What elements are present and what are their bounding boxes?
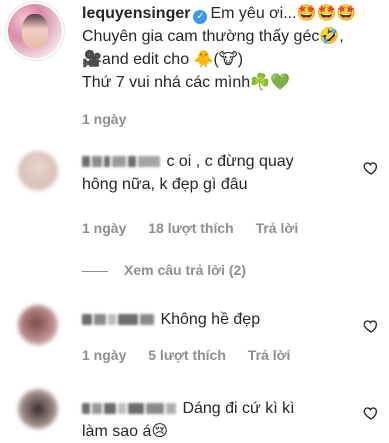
comment-text-line-1: Không hề đẹp [160, 311, 261, 328]
comment-avatar[interactable] [18, 305, 58, 345]
caption-line-3: 🎥and edit cho 🐥(🐮) [82, 51, 244, 68]
view-replies-button[interactable]: Xem câu trả lời (2) [82, 262, 246, 278]
comment-time: 1 ngày [82, 347, 127, 363]
comment-avatar[interactable] [18, 151, 58, 191]
comment-text: Không hề đẹp [82, 308, 352, 331]
comment-time: 1 ngày [82, 220, 127, 236]
comment-meta: 1 ngày 5 lượt thích Trả lời [82, 347, 308, 363]
comment-likes[interactable]: 18 lượt thích [148, 220, 233, 236]
comment-text-line-2: làm sao á😢 [82, 423, 169, 440]
post-author-avatar[interactable] [8, 4, 62, 58]
heart-outline-icon[interactable] [363, 318, 379, 334]
divider-line [82, 270, 108, 272]
comment-text-line-1: Dáng đi cứ kì kì [182, 400, 295, 417]
comment-text-line-1: c oi , c đừng quay [166, 153, 294, 170]
comment-text-line-2: hông nữa, k đẹp gì đâu [82, 176, 248, 193]
comment-likes[interactable]: 5 lượt thích [148, 347, 226, 363]
post-time: 1 ngày [82, 111, 127, 127]
comment-text: Dáng đi cứ kì kì làm sao á😢 [82, 397, 352, 443]
comment-reply-button[interactable]: Trả lời [256, 220, 299, 236]
redacted-username [82, 153, 166, 170]
heart-outline-icon[interactable] [363, 160, 379, 176]
redacted-username [82, 311, 160, 328]
redacted-username [82, 400, 182, 417]
verified-badge-icon: ✓ [193, 10, 208, 24]
comment-meta: 1 ngày 18 lượt thích Trả lời [82, 220, 316, 236]
heart-outline-icon[interactable] [363, 405, 379, 421]
post-username[interactable]: lequyensinger [82, 5, 190, 22]
view-replies-label[interactable]: Xem câu trả lời (2) [124, 262, 246, 278]
caption-line-2: Chuyên gia cam thường thấy géc🤣, [82, 28, 344, 45]
comment-text: c oi , c đừng quay hông nữa, k đẹp gì đâ… [82, 150, 352, 196]
post-meta: 1 ngày [82, 111, 144, 127]
comment-reply-button[interactable]: Trả lời [248, 347, 291, 363]
comment-avatar[interactable] [18, 389, 58, 429]
caption-line-1: Em yêu ơi...🤩🤩🤩 [210, 5, 357, 22]
post-caption: lequyensinger ✓ Em yêu ơi...🤩🤩🤩 Chuyên gia… [82, 2, 382, 94]
caption-line-4: Thứ 7 vui nhá các mình☘️💚 [82, 74, 290, 91]
